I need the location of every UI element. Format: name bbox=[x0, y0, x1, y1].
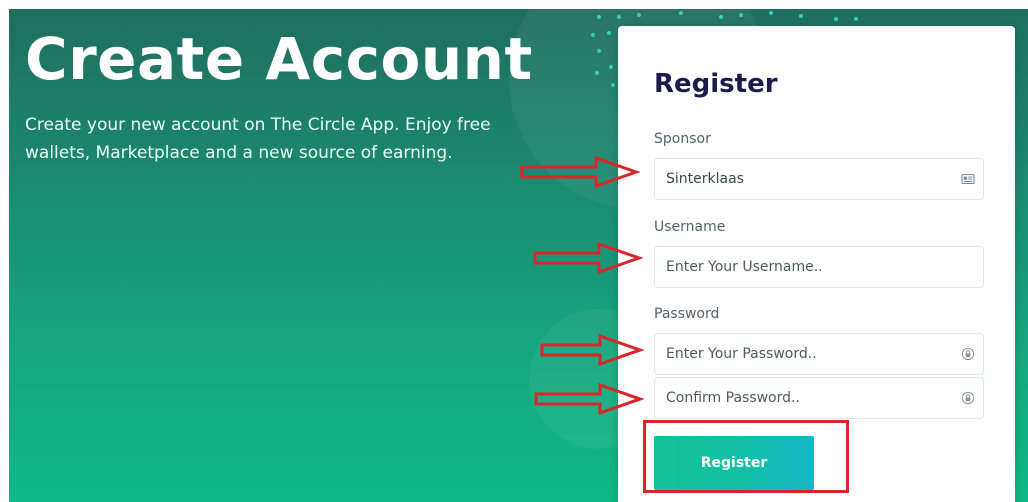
annotation-highlight-box bbox=[643, 420, 849, 493]
password-label: Password bbox=[654, 306, 720, 322]
username-input[interactable] bbox=[655, 247, 956, 287]
sponsor-input[interactable] bbox=[655, 159, 956, 199]
sponsor-field-wrapper bbox=[654, 158, 984, 200]
sponsor-label: Sponsor bbox=[654, 131, 711, 147]
annotation-arrow bbox=[540, 334, 644, 366]
password-input[interactable] bbox=[655, 334, 956, 374]
page-title: Create Account bbox=[25, 25, 533, 93]
annotation-arrow bbox=[534, 383, 644, 415]
lock-icon[interactable] bbox=[961, 391, 975, 405]
id-card-icon bbox=[961, 173, 975, 185]
annotation-arrow bbox=[533, 242, 643, 274]
username-label: Username bbox=[654, 219, 726, 235]
confirm-password-field-wrapper bbox=[654, 377, 984, 419]
lock-icon[interactable] bbox=[961, 347, 975, 361]
register-title: Register bbox=[654, 69, 778, 99]
annotation-arrow bbox=[520, 156, 640, 188]
username-field-wrapper bbox=[654, 246, 984, 288]
confirm-password-input[interactable] bbox=[655, 378, 956, 418]
password-field-wrapper bbox=[654, 333, 984, 375]
page-description: Create your new account on The Circle Ap… bbox=[25, 115, 491, 163]
background-panel: Create Account Create your new account o… bbox=[9, 9, 1028, 502]
